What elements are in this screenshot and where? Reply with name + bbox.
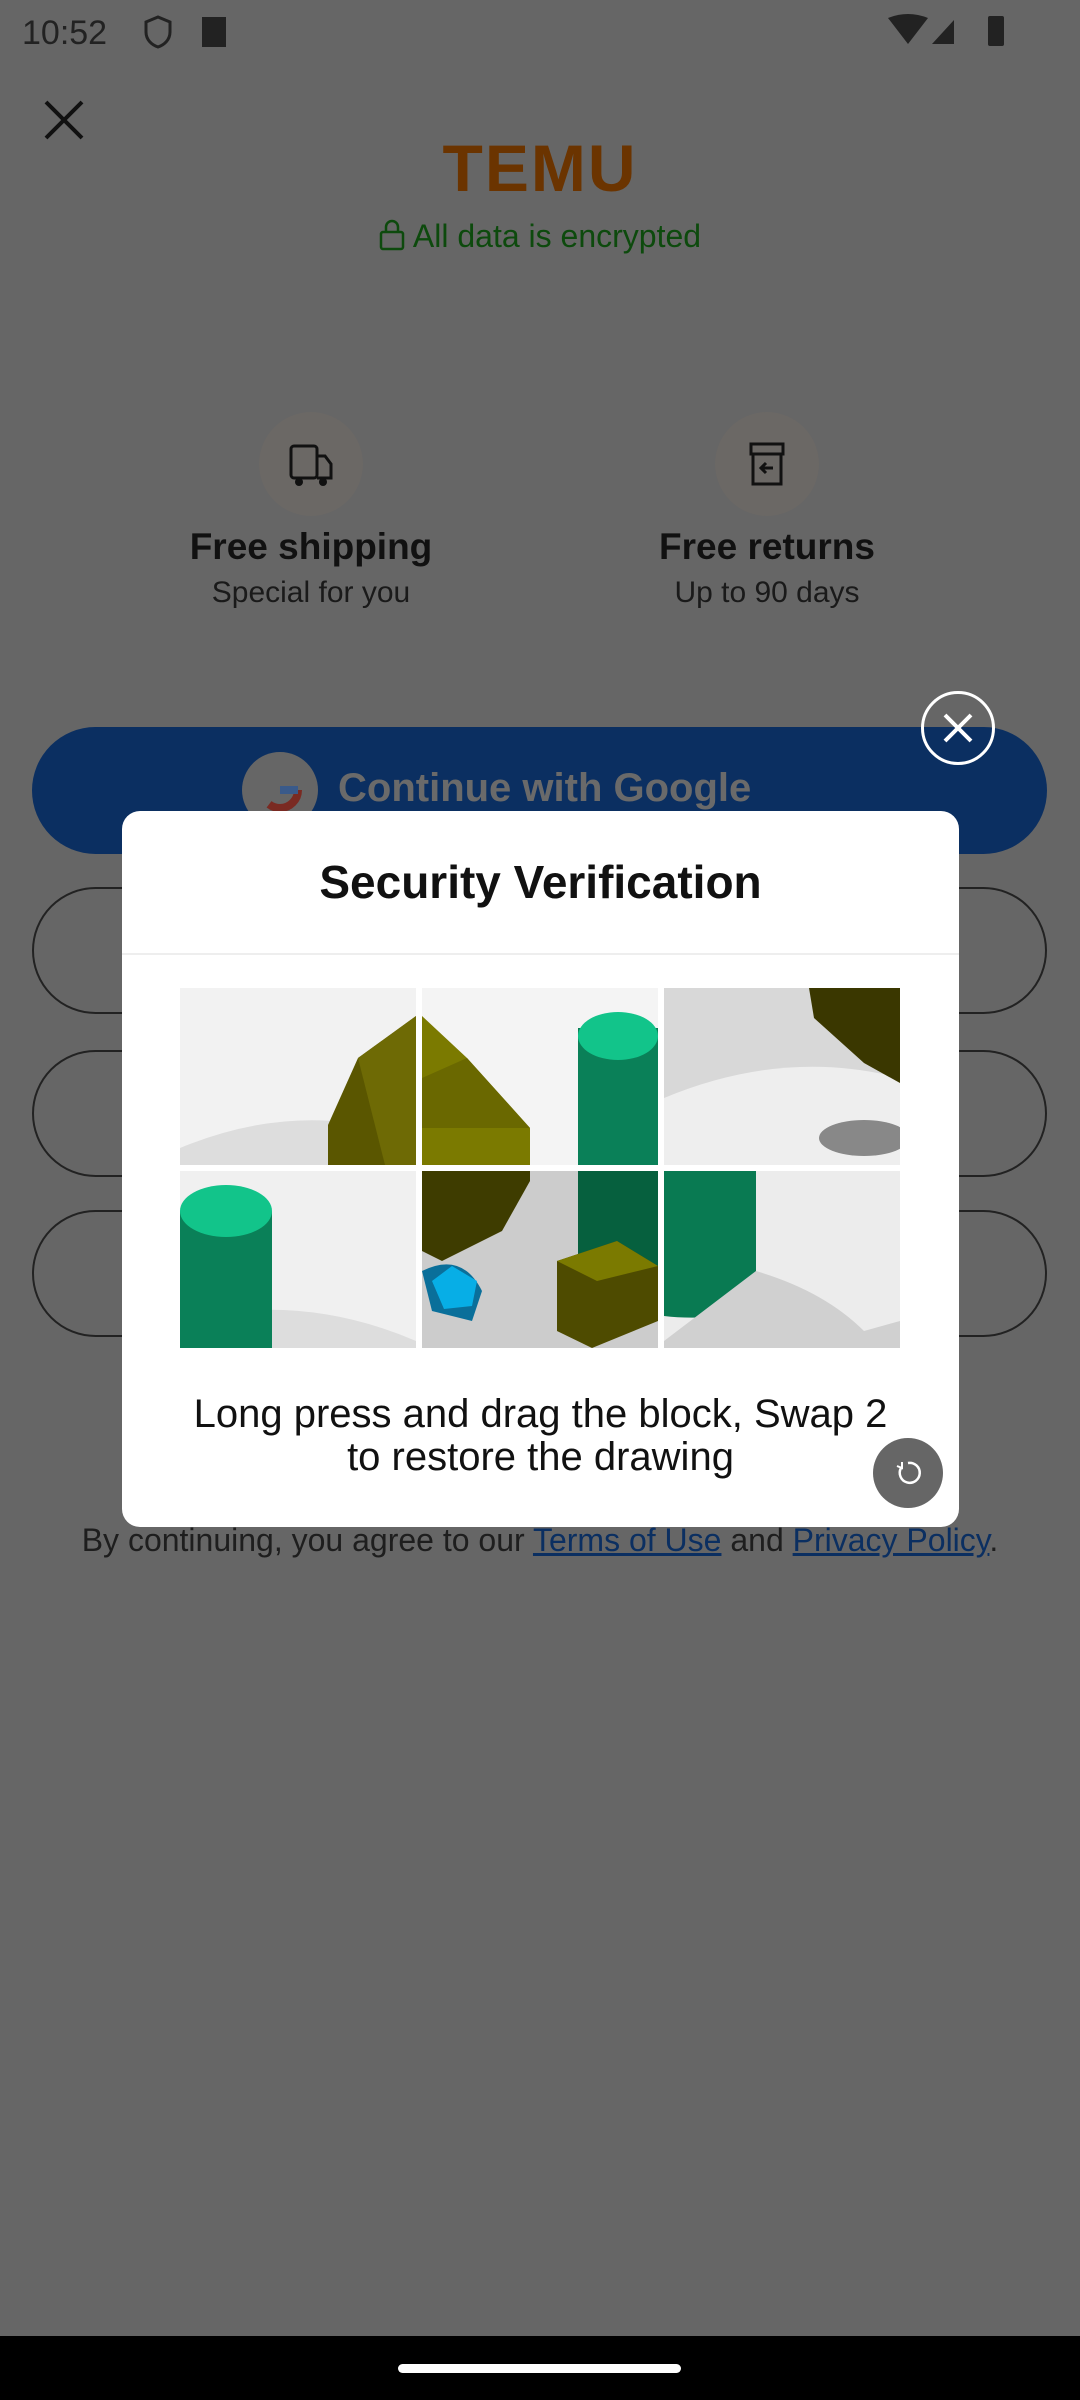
puzzle-grid (180, 988, 943, 1508)
truck-icon (259, 412, 363, 516)
modal-close-button[interactable] (921, 691, 995, 765)
puzzle-tile[interactable] (422, 1171, 658, 1348)
puzzle-tile[interactable] (664, 988, 900, 1165)
temu-logo: TEMU (442, 131, 638, 205)
encrypted-text: All data is encrypted (412, 218, 702, 254)
privacy-policy-link[interactable]: Privacy Policy (793, 1522, 990, 1558)
puzzle-tile[interactable] (422, 988, 658, 1165)
terms-and: and (721, 1522, 793, 1558)
shield-icon (144, 15, 172, 49)
home-handle[interactable] (398, 2364, 681, 2373)
terms-text: By continuing, you agree to our Terms of… (0, 1522, 1080, 1559)
security-verification-modal: Security Verification Long press and dra… (122, 811, 959, 1527)
instruction-text: Long press and drag the block, Swap 2 to… (193, 1392, 888, 1479)
modal-title: Security Verification (319, 856, 762, 908)
puzzle-tile[interactable] (180, 1171, 416, 1348)
keyboard-icon (202, 17, 226, 47)
feature-subtitle: Up to 90 days (674, 576, 860, 609)
feature-free-returns: Free returns Up to 90 days (567, 412, 967, 610)
puzzle-tile[interactable] (664, 1171, 900, 1348)
feature-subtitle: Special for you (211, 576, 411, 609)
lock-icon (379, 219, 405, 251)
puzzle-tile[interactable] (180, 988, 416, 1165)
terms-of-use-link[interactable]: Terms of Use (533, 1522, 721, 1558)
google-button-label: Continue with Google (338, 766, 752, 810)
status-bar: 10:52 (0, 0, 1080, 64)
status-time: 10:52 (22, 14, 108, 52)
terms-suffix: . (989, 1522, 999, 1558)
encrypted-notice: All data is encrypted (0, 218, 1080, 255)
signal-battery-icons (888, 14, 1004, 46)
feature-title: Free shipping (189, 526, 433, 567)
terms-prefix: By continuing, you agree to our (81, 1522, 533, 1558)
divider (122, 953, 959, 955)
feature-free-shipping: Free shipping Special for you (111, 412, 511, 610)
feature-title: Free returns (659, 526, 875, 567)
return-box-icon (715, 412, 819, 516)
